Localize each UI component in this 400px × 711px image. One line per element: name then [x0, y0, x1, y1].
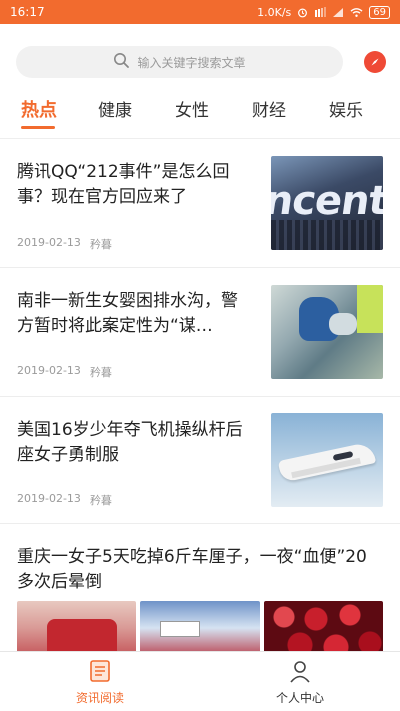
active-tab-indicator: [21, 126, 55, 129]
news-icon: [89, 659, 111, 686]
article-source: 矜暮: [89, 238, 112, 251]
article-item[interactable]: 重庆一女子5天吃掉6斤车厘子，一夜“血便”20多次后晕倒: [0, 525, 400, 661]
signal-icon: [332, 7, 344, 18]
article-meta: 2019-02-13 矜暮: [17, 236, 112, 252]
search-icon: [113, 52, 130, 72]
battery-icon: 69: [369, 5, 390, 19]
article-item[interactable]: 美国16岁少年夺飞机操纵杆后座女子勇制服 2019-02-13 矜暮: [0, 398, 400, 524]
article-thumbnail: [271, 413, 383, 507]
article-source: 矜暮: [89, 494, 112, 507]
article-date: 2019-02-13: [17, 236, 81, 249]
nav-profile-label: 个人中心: [275, 690, 324, 705]
article-meta: 2019-02-13 矜暮: [17, 492, 112, 508]
category-tabs: 热点 健康 女性 财经 娱乐: [0, 96, 400, 136]
user-icon: [289, 659, 311, 686]
sim-icon: [314, 6, 327, 18]
alarm-icon: [297, 7, 308, 18]
tab-health[interactable]: 健康: [98, 96, 132, 121]
search-input[interactable]: 输入关键字搜索文章: [16, 46, 343, 78]
article-title: 美国16岁少年夺飞机操纵杆后座女子勇制服: [17, 420, 243, 465]
network-speed: 1.0K/s: [257, 5, 292, 19]
bottom-navigation: 资讯阅读 个人中心: [0, 651, 400, 711]
nav-news-reading[interactable]: 资讯阅读: [0, 652, 200, 711]
article-title: 腾讯QQ“212事件”是怎么回事？现在官方回应来了: [17, 162, 230, 207]
search-placeholder: 输入关键字搜索文章: [137, 55, 246, 70]
status-time: 16:17: [10, 5, 45, 19]
article-meta: 2019-02-13 矜暮: [17, 364, 112, 380]
tabs-divider: [0, 138, 400, 139]
article-thumbnail: [271, 285, 383, 379]
article-thumbnail: ncent: [271, 156, 383, 250]
article-date: 2019-02-13: [17, 364, 81, 377]
compass-button[interactable]: [364, 51, 386, 73]
nav-news-label: 资讯阅读: [75, 690, 124, 705]
tab-hot[interactable]: 热点: [21, 96, 57, 122]
wifi-icon: [350, 7, 363, 18]
article-date: 2019-02-13: [17, 492, 81, 505]
article-title: 南非一新生女婴困排水沟，警方暂时将此案定性为“谋…: [17, 291, 238, 336]
compass-icon: [369, 53, 381, 72]
article-title: 重庆一女子5天吃掉6斤车厘子，一夜“血便”20多次后晕倒: [17, 547, 367, 592]
tab-finance[interactable]: 财经: [252, 96, 286, 121]
nav-profile[interactable]: 个人中心: [200, 652, 400, 711]
status-bar: 16:17 1.0K/s 69: [0, 0, 400, 24]
tab-entertainment[interactable]: 娱乐: [329, 96, 363, 121]
article-item[interactable]: 南非一新生女婴困排水沟，警方暂时将此案定性为“谋… 2019-02-13 矜暮: [0, 269, 400, 397]
status-icons: 1.0K/s 69: [257, 5, 390, 19]
tab-women[interactable]: 女性: [175, 96, 209, 121]
article-source: 矜暮: [89, 366, 112, 379]
search-bar: 输入关键字搜索文章: [16, 46, 386, 78]
article-item[interactable]: 腾讯QQ“212事件”是怎么回事？现在官方回应来了 2019-02-13 矜暮 …: [0, 140, 400, 268]
